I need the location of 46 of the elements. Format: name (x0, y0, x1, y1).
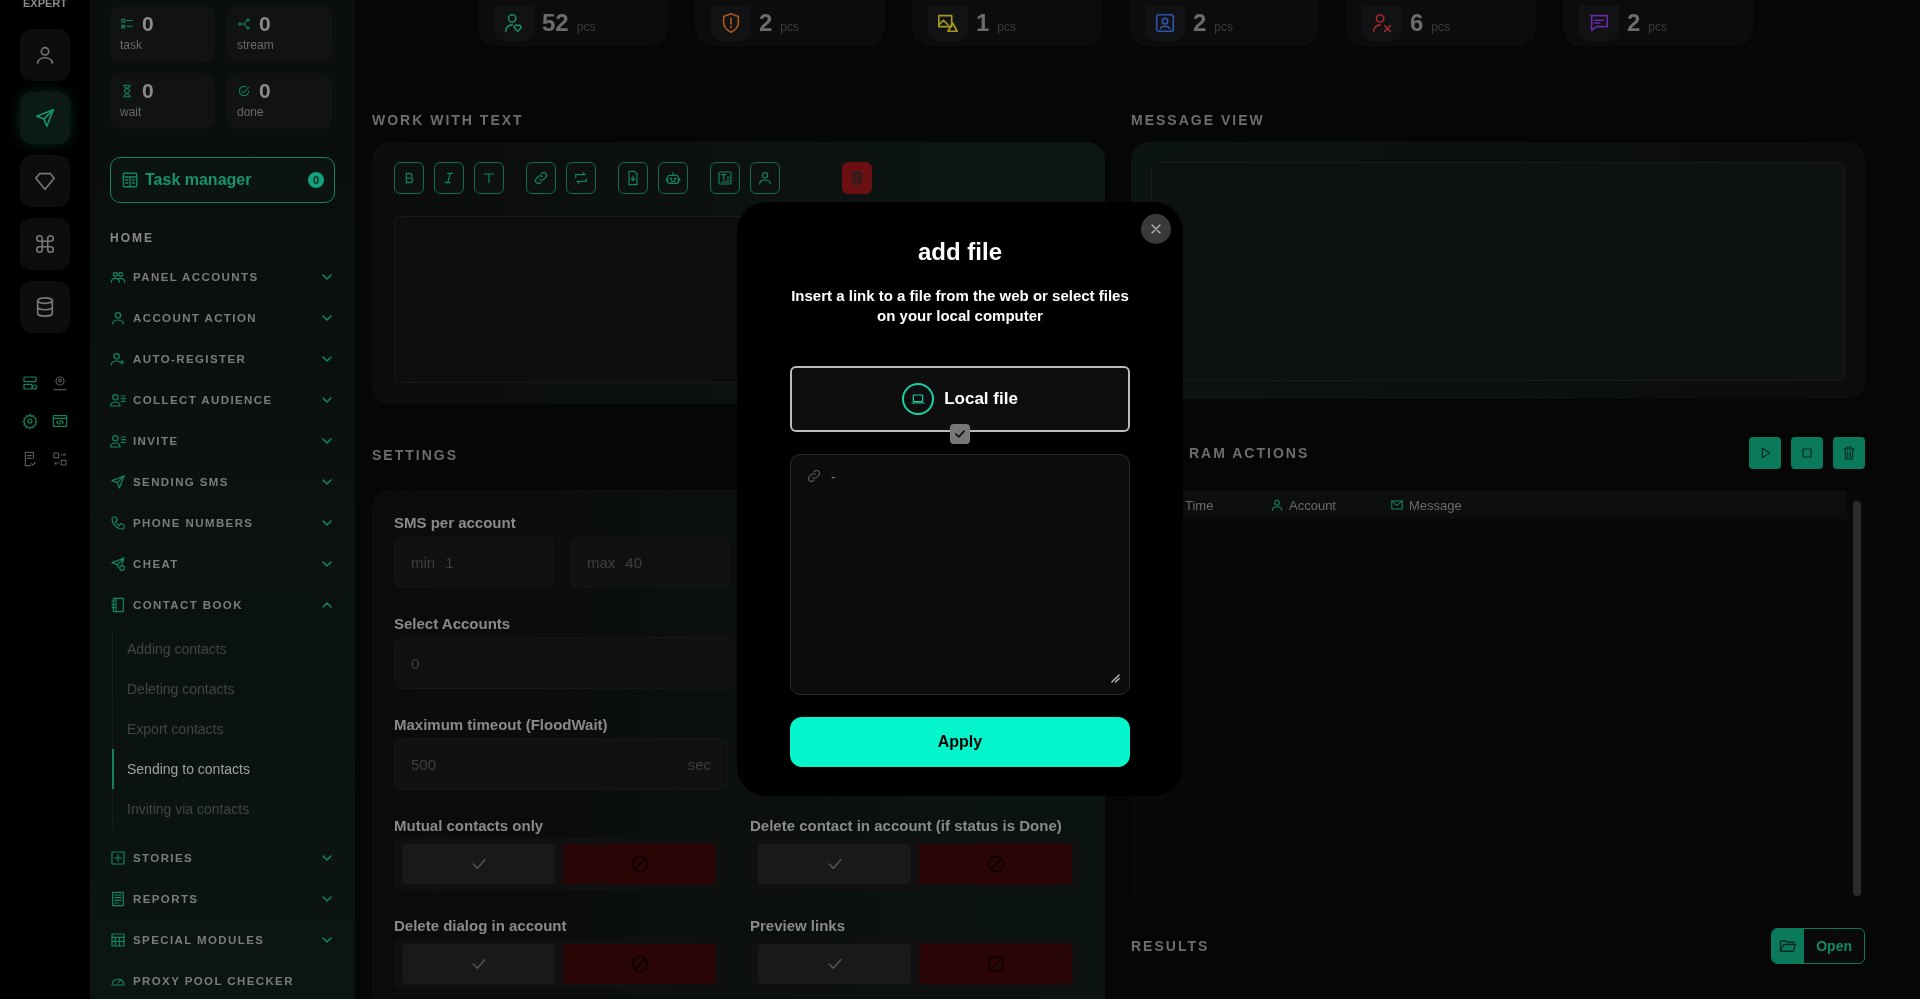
stat-value: 2 (759, 9, 773, 37)
section-title: SETTINGS (372, 447, 459, 464)
stat-value: 2 (1627, 9, 1641, 37)
toggle-label: Preview links (750, 917, 847, 935)
section-title: MESSAGE VIEW (1131, 112, 1266, 129)
menu-item-label: CONTACT BOOK (133, 598, 244, 611)
menu-item-label: ACCOUNT ACTION (133, 311, 258, 324)
toggle-label: Delete dialog in account (394, 917, 568, 935)
toggle-label: Mutual contacts only (394, 817, 545, 835)
stat-value: 2 (1193, 9, 1207, 37)
logo-text: EXPERT (23, 0, 67, 9)
menu-item-label: COLLECT AUDIENCE (133, 393, 274, 406)
counter-value: 0 (142, 12, 154, 36)
count-badge: 0 (308, 172, 324, 188)
counter-value: 0 (142, 79, 154, 103)
column-header: Account (1289, 497, 1336, 513)
stat-value: 52 (542, 9, 569, 37)
field-label: Select Accounts (394, 615, 512, 633)
counter-label: wait (120, 105, 143, 119)
menu-item-label: AUTO-REGISTER (133, 352, 248, 365)
dialog-title: add file (917, 238, 1003, 266)
counter-label: done (237, 105, 265, 119)
section-title: RESULTS (1131, 937, 1210, 955)
section-title: WORK WITH TEXT (372, 112, 525, 129)
counter-value: 0 (259, 79, 271, 103)
menu-item-label: CHEAT (133, 557, 180, 570)
stat-value: 6 (1410, 9, 1424, 37)
toggle-label: Delete contact in account (if status is Done) (750, 817, 1063, 835)
field-label: Maximum timeout (FloodWait) (394, 716, 609, 734)
menu-item-label: REPORTS (133, 892, 200, 905)
menu-item-label: STORIES (133, 851, 195, 864)
menu-item-label: SENDING SMS (133, 475, 230, 488)
menu-item-label: INVITE (133, 434, 180, 447)
stat-value: 1 (976, 9, 990, 37)
section-title: RAM ACTIONS (1188, 444, 1310, 462)
column-header: Time (1185, 497, 1214, 513)
menu-item-label: PROXY POOL CHECKER (133, 974, 295, 987)
counter-label: stream (237, 38, 275, 52)
menu-item-label: SPECIAL MODULES (133, 933, 266, 946)
counter-value: 0 (259, 12, 271, 36)
field-label: SMS per account (394, 514, 517, 532)
menu-item-label: PHONE NUMBERS (133, 516, 255, 529)
menu-item-label: PANEL ACCOUNTS (133, 270, 260, 283)
counter-label: task (120, 38, 143, 52)
dialog-description: Insert a link to a file from the web or select files on your local computer (790, 286, 1130, 326)
column-header: Message (1409, 497, 1462, 513)
